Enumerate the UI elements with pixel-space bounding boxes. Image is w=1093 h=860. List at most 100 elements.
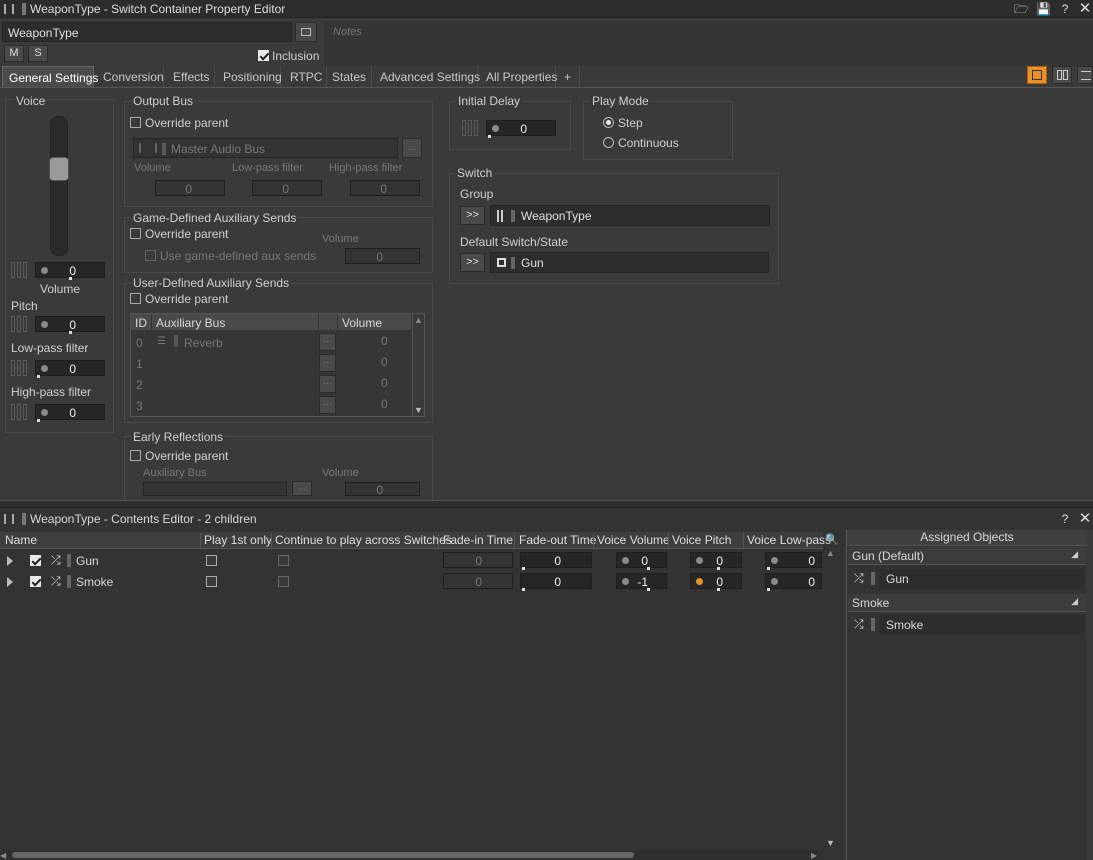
early-reflections-volume-input[interactable]: 0: [345, 482, 420, 497]
solo-button[interactable]: S: [28, 45, 48, 62]
output-volume-input[interactable]: 0: [155, 180, 225, 196]
output-bus-browse-button[interactable]: ...: [402, 138, 422, 158]
col-voice-volume[interactable]: Voice Volume: [597, 533, 670, 547]
initial-delay-input[interactable]: 0: [486, 120, 556, 138]
col-fade-out[interactable]: Fade-out Time: [519, 533, 596, 547]
tab-positioning[interactable]: Positioning: [217, 66, 282, 87]
browse-button[interactable]: ...: [319, 375, 336, 393]
highpass-stepper[interactable]: [11, 404, 33, 420]
scroll-down-icon[interactable]: ▼: [414, 405, 423, 415]
voice-volume-input[interactable]: 0: [35, 262, 105, 280]
col-voice-lowpass[interactable]: Voice Low-pass: [747, 533, 831, 547]
voice-pitch-input[interactable]: 0: [690, 573, 742, 591]
tab-rtpc[interactable]: RTPC: [284, 66, 327, 87]
user-aux-override-checkbox[interactable]: [130, 293, 141, 304]
output-lowpass-input[interactable]: 0: [252, 180, 322, 196]
browse-button[interactable]: ...: [319, 396, 336, 414]
col-voice-pitch[interactable]: Voice Pitch: [672, 533, 731, 547]
scroll-up-icon[interactable]: ▲: [826, 548, 835, 558]
scroll-right-icon[interactable]: ▶: [811, 851, 817, 860]
continue-play-checkbox[interactable]: [278, 576, 289, 587]
switch-group-selector[interactable]: WeaponType: [490, 205, 770, 226]
pitch-stepper[interactable]: [11, 316, 33, 332]
expand-arrow-icon[interactable]: [7, 556, 13, 566]
fade-in-input[interactable]: 0: [443, 552, 513, 568]
tab-conversion[interactable]: Conversion: [97, 66, 164, 87]
search-icon[interactable]: 🔍: [825, 533, 839, 546]
lowpass-stepper[interactable]: [11, 360, 33, 376]
tab-states[interactable]: States: [326, 66, 372, 87]
fader-handle[interactable]: [49, 157, 69, 181]
save-icon[interactable]: 💾: [1036, 2, 1051, 16]
voice-lowpass-input[interactable]: 0: [35, 360, 105, 378]
voice-volume-input[interactable]: 0: [616, 552, 667, 570]
initial-delay-stepper[interactable]: [462, 120, 484, 136]
panel-splitter[interactable]: [0, 500, 1093, 508]
help-icon[interactable]: ?: [1058, 512, 1072, 526]
collapse-icon[interactable]: ◢: [1071, 549, 1078, 560]
table-row[interactable]: 3 ... 0: [131, 395, 411, 416]
expand-arrow-icon[interactable]: [7, 577, 13, 587]
close-icon[interactable]: ✕: [1078, 1, 1092, 16]
fade-in-input[interactable]: 0: [443, 573, 513, 589]
table-row[interactable]: 2 ... 0: [131, 374, 411, 395]
game-aux-volume-input[interactable]: 0: [345, 248, 420, 264]
drag-grip-icon[interactable]: [4, 514, 14, 524]
output-bus-selector[interactable]: Master Audio Bus: [133, 138, 398, 158]
voice-lowpass-input[interactable]: 0: [765, 573, 822, 591]
collapse-icon[interactable]: ◢: [1071, 596, 1078, 607]
fade-out-input[interactable]: 0: [520, 552, 592, 570]
scroll-left-icon[interactable]: ◀: [0, 851, 6, 860]
volume-stepper[interactable]: [11, 262, 33, 278]
voice-pitch-input[interactable]: 0: [690, 552, 742, 570]
col-play-first[interactable]: Play 1st only: [204, 533, 272, 547]
tab-all-properties[interactable]: All Properties: [480, 66, 557, 87]
col-fade-in[interactable]: Fade-in Time: [443, 533, 513, 547]
output-highpass-input[interactable]: 0: [350, 180, 420, 196]
col-name[interactable]: Name: [5, 533, 37, 547]
use-game-aux-checkbox[interactable]: [145, 250, 156, 261]
play-first-checkbox[interactable]: [206, 555, 217, 566]
assigned-item[interactable]: ⤮ Gun: [848, 568, 1084, 590]
voice-volume-input[interactable]: -1: [616, 573, 667, 591]
help-icon[interactable]: ?: [1058, 2, 1072, 16]
row-enable-checkbox[interactable]: [30, 555, 41, 566]
assigned-group-header[interactable]: Gun (Default) ◢: [848, 547, 1086, 565]
col-continue-play[interactable]: Continue to play across Switches: [275, 533, 452, 547]
scroll-up-icon[interactable]: ▲: [414, 315, 423, 325]
inclusion-checkbox[interactable]: [258, 50, 269, 61]
user-aux-scrollbar[interactable]: ▲ ▼: [412, 314, 424, 416]
voice-pitch-input[interactable]: 0: [35, 316, 105, 334]
step-radio[interactable]: [603, 117, 614, 128]
name-options-button[interactable]: [295, 22, 317, 42]
voice-highpass-input[interactable]: 0: [35, 404, 105, 422]
tab-advanced-settings[interactable]: Advanced Settings: [374, 66, 480, 87]
drag-grip-icon[interactable]: [4, 4, 14, 14]
row-enable-checkbox[interactable]: [30, 576, 41, 587]
play-first-checkbox[interactable]: [206, 576, 217, 587]
game-aux-override-checkbox[interactable]: [130, 228, 141, 239]
default-switch-selector[interactable]: Gun: [490, 252, 769, 273]
voice-lowpass-input[interactable]: 0: [765, 552, 822, 570]
early-reflections-browse-button[interactable]: ...: [292, 481, 312, 496]
continue-play-checkbox[interactable]: [278, 555, 289, 566]
contents-vertical-scrollbar[interactable]: ▲ ▼: [824, 548, 836, 848]
stacked-layout-button[interactable]: [1077, 66, 1093, 84]
assigned-item[interactable]: ⤮ Smoke: [848, 614, 1084, 636]
assigned-group-header[interactable]: Smoke ◢: [848, 594, 1086, 612]
default-switch-browse-button[interactable]: >>: [460, 253, 485, 272]
early-reflections-override-checkbox[interactable]: [130, 450, 141, 461]
table-row[interactable]: ⤮ Smoke 0 0 -1 0 0: [0, 571, 823, 592]
tab-add[interactable]: +: [558, 66, 580, 87]
output-override-checkbox[interactable]: [130, 117, 141, 128]
continuous-radio[interactable]: [603, 137, 614, 148]
mute-button[interactable]: M: [4, 45, 24, 62]
tab-general-settings[interactable]: General Settings: [2, 66, 98, 87]
fade-out-input[interactable]: 0: [520, 573, 592, 591]
table-row[interactable]: 0 ☰ Reverb ... 0: [131, 332, 411, 353]
notes-field[interactable]: Notes: [325, 22, 1093, 66]
volume-fader[interactable]: [49, 116, 69, 256]
folder-icon[interactable]: 🗁: [1014, 2, 1029, 16]
contents-horizontal-scrollbar[interactable]: ◀ ▶: [0, 850, 823, 860]
browse-button[interactable]: ...: [319, 354, 336, 372]
